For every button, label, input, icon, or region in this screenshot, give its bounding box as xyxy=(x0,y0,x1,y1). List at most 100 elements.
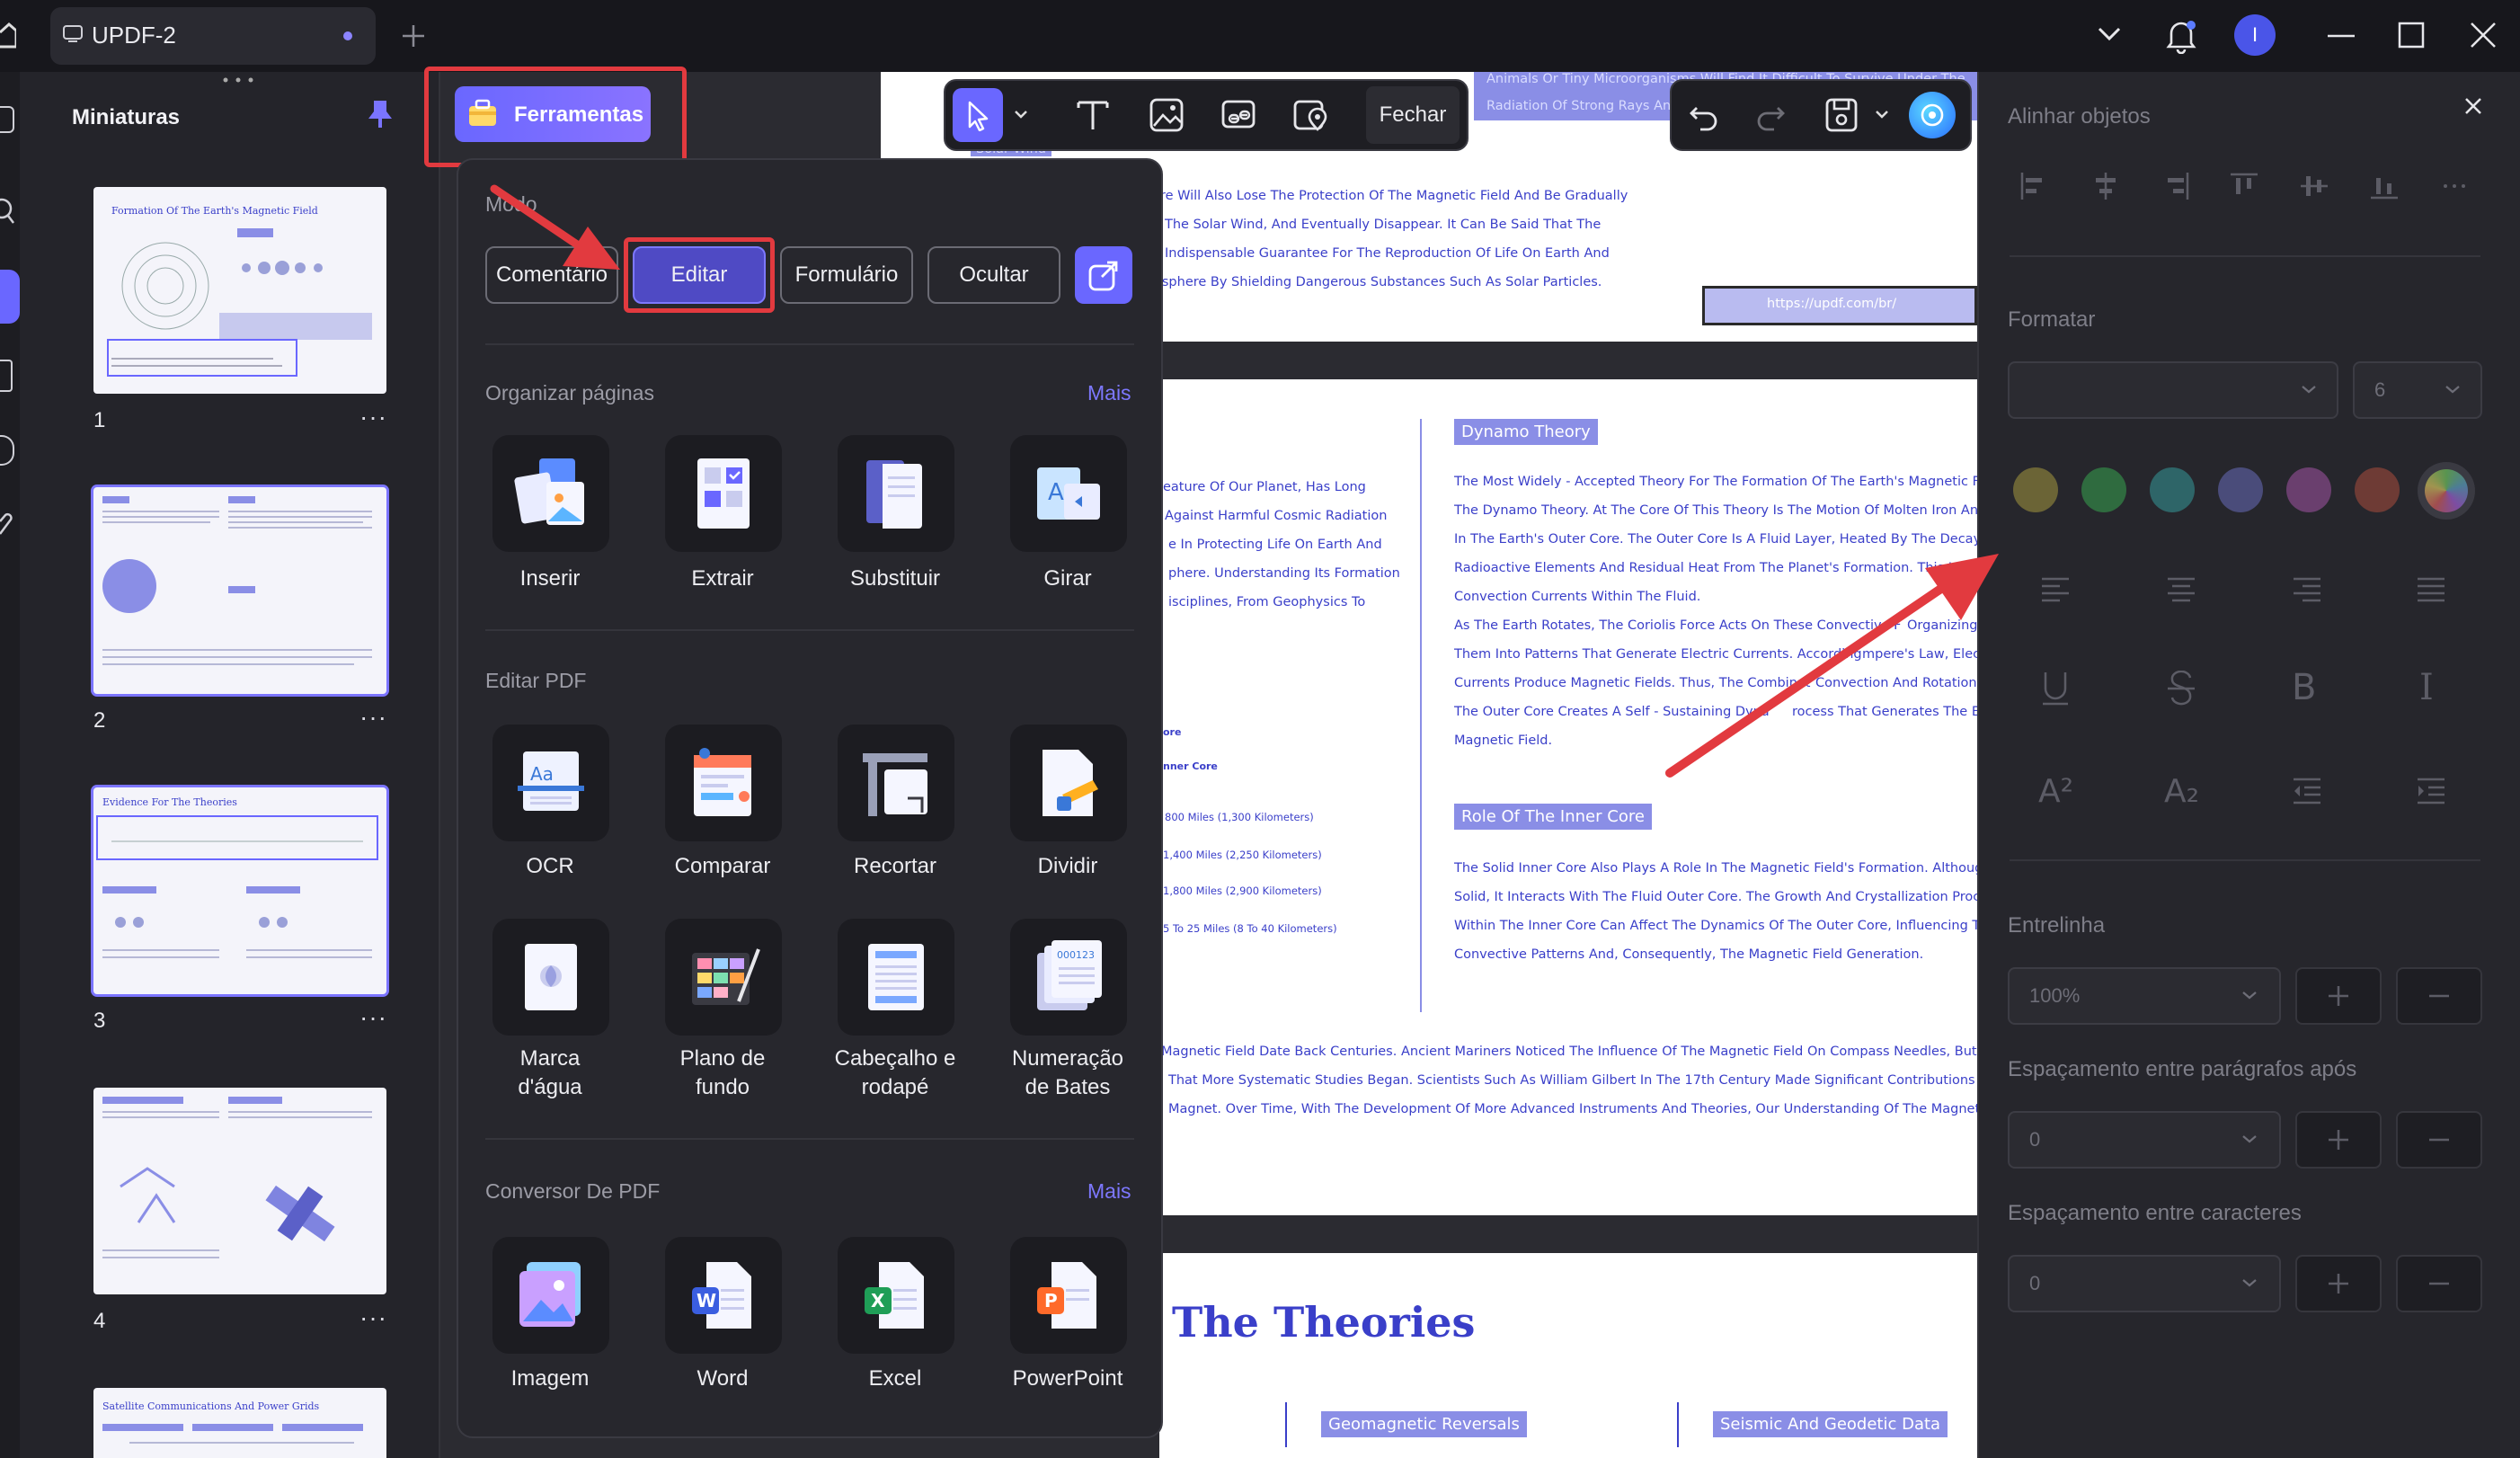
text-tool-icon[interactable] xyxy=(1075,97,1111,133)
line-height-select[interactable]: 100% xyxy=(2008,967,2281,1025)
chevron-down-icon[interactable] xyxy=(2098,27,2121,41)
home-icon[interactable] xyxy=(0,22,16,49)
location-tool-icon[interactable] xyxy=(1292,97,1328,133)
close-window-icon[interactable] xyxy=(2470,22,2497,49)
character-spacing-increase-button[interactable] xyxy=(2295,1255,2382,1312)
compare-tool[interactable] xyxy=(665,725,782,841)
chevron-down-icon[interactable] xyxy=(1875,110,1889,119)
color-swatch-olive[interactable] xyxy=(2013,467,2058,512)
bookmark-icon[interactable] xyxy=(0,360,13,392)
replace-tool[interactable] xyxy=(838,435,954,552)
font-size-select[interactable]: 6 xyxy=(2353,361,2482,419)
convert-excel-tool[interactable]: X xyxy=(838,1237,954,1354)
align-top-icon[interactable] xyxy=(2229,171,2259,201)
maximize-icon[interactable] xyxy=(2398,22,2425,49)
open-external-button[interactable] xyxy=(1075,246,1132,304)
thumbnail-page-1[interactable]: Formation Of The Earth's Magnetic Field xyxy=(93,187,386,394)
ocr-tool[interactable]: Aa xyxy=(492,725,609,841)
thumbnail-page-5[interactable]: Satellite Communications And Power Grids xyxy=(93,1388,386,1458)
convert-powerpoint-tool[interactable]: P xyxy=(1010,1237,1127,1354)
close-panel-icon[interactable] xyxy=(2464,97,2482,115)
text-align-right-icon[interactable] xyxy=(2292,575,2322,602)
organize-more-link[interactable]: Mais xyxy=(1087,381,1131,405)
bates-numbering-tool[interactable]: 000123 xyxy=(1010,919,1127,1036)
color-picker-icon[interactable] xyxy=(2418,462,2475,520)
underline-icon[interactable] xyxy=(2040,671,2071,707)
subscript-icon[interactable]: A₂ xyxy=(2164,773,2199,810)
paragraph-spacing-select[interactable]: 0 xyxy=(2008,1111,2281,1169)
italic-icon[interactable]: I xyxy=(2419,667,2434,708)
paragraph-spacing-increase-button[interactable] xyxy=(2295,1111,2382,1169)
header-footer-tool[interactable] xyxy=(838,919,954,1036)
character-spacing-decrease-button[interactable] xyxy=(2396,1255,2482,1312)
chevron-down-icon[interactable] xyxy=(2301,385,2317,394)
align-right-icon[interactable] xyxy=(2161,171,2191,201)
strikethrough-icon[interactable] xyxy=(2166,671,2196,707)
watermark-tool[interactable] xyxy=(492,919,609,1036)
attachment-icon[interactable] xyxy=(0,507,14,538)
image-tool-icon[interactable] xyxy=(1149,97,1185,133)
convert-image-tool[interactable] xyxy=(492,1237,609,1354)
color-swatch-blue[interactable] xyxy=(2218,467,2263,512)
minimize-icon[interactable] xyxy=(2328,34,2355,38)
select-tool-button[interactable] xyxy=(953,88,1003,142)
insert-tool[interactable] xyxy=(492,435,609,552)
align-center-h-icon[interactable] xyxy=(2090,171,2121,201)
align-center-v-icon[interactable] xyxy=(2299,171,2329,201)
thumbnail-page-3[interactable]: Evidence For The Theories xyxy=(93,787,386,994)
outdent-icon[interactable] xyxy=(2292,777,2322,805)
paragraph-spacing-decrease-button[interactable] xyxy=(2396,1111,2482,1169)
align-bottom-icon[interactable] xyxy=(2369,171,2400,201)
background-tool[interactable] xyxy=(665,919,782,1036)
avatar[interactable]: I xyxy=(2234,14,2276,56)
more-align-icon[interactable] xyxy=(2439,171,2470,201)
font-family-select[interactable] xyxy=(2008,361,2338,419)
drag-handle-icon[interactable] xyxy=(223,77,253,83)
convert-word-tool[interactable]: W xyxy=(665,1237,782,1354)
ai-assistant-icon[interactable] xyxy=(1909,92,1956,138)
new-tab-plus-icon[interactable] xyxy=(401,23,426,49)
search-icon[interactable] xyxy=(0,198,14,227)
indent-icon[interactable] xyxy=(2416,777,2446,805)
rotate-tool[interactable]: A xyxy=(1010,435,1127,552)
crop-tool[interactable] xyxy=(838,725,954,841)
close-edit-button[interactable]: Fechar xyxy=(1366,86,1460,144)
more-options-icon[interactable]: ··· xyxy=(359,1003,387,1032)
color-swatch-red[interactable] xyxy=(2355,467,2400,512)
mode-redact-button[interactable]: Ocultar xyxy=(927,246,1060,304)
chevron-down-icon[interactable] xyxy=(2445,385,2461,394)
character-spacing-select[interactable]: 0 xyxy=(2008,1255,2281,1312)
color-swatch-purple[interactable] xyxy=(2286,467,2331,512)
thumbnail-page-2[interactable] xyxy=(93,487,386,694)
mode-form-button[interactable]: Formulário xyxy=(780,246,913,304)
more-options-icon[interactable]: ··· xyxy=(359,1303,387,1332)
extract-tool[interactable] xyxy=(665,435,782,552)
redo-icon[interactable] xyxy=(1754,99,1787,131)
superscript-icon[interactable]: A² xyxy=(2038,773,2073,810)
grid-icon[interactable] xyxy=(0,106,14,133)
align-left-icon[interactable] xyxy=(2019,171,2049,201)
chevron-down-icon[interactable] xyxy=(2241,1278,2258,1287)
chevron-down-icon[interactable] xyxy=(2241,1134,2258,1143)
pin-icon[interactable] xyxy=(367,99,394,129)
mode-comment-button[interactable]: Comentário xyxy=(485,246,618,304)
line-height-increase-button[interactable] xyxy=(2295,967,2382,1025)
bell-icon[interactable] xyxy=(2166,18,2196,54)
link-text[interactable]: https://updf.com/br/ xyxy=(1767,297,1896,311)
color-swatch-teal[interactable] xyxy=(2150,467,2195,512)
link-tool-icon[interactable] xyxy=(1220,97,1256,133)
split-tool[interactable] xyxy=(1010,725,1127,841)
chevron-down-icon[interactable] xyxy=(1014,110,1028,119)
save-icon[interactable] xyxy=(1824,97,1859,133)
color-swatch-green[interactable] xyxy=(2081,467,2126,512)
more-options-icon[interactable]: ··· xyxy=(359,703,387,732)
thumbnails-icon[interactable] xyxy=(0,270,20,324)
bold-icon[interactable]: B xyxy=(2292,667,2316,708)
chevron-down-icon[interactable] xyxy=(2241,991,2258,1000)
comment-icon[interactable] xyxy=(0,435,14,466)
thumbnail-page-4[interactable] xyxy=(93,1088,386,1294)
line-height-decrease-button[interactable] xyxy=(2396,967,2482,1025)
text-align-justify-icon[interactable] xyxy=(2416,575,2446,602)
text-align-left-icon[interactable] xyxy=(2040,575,2071,602)
text-align-center-icon[interactable] xyxy=(2166,575,2196,602)
